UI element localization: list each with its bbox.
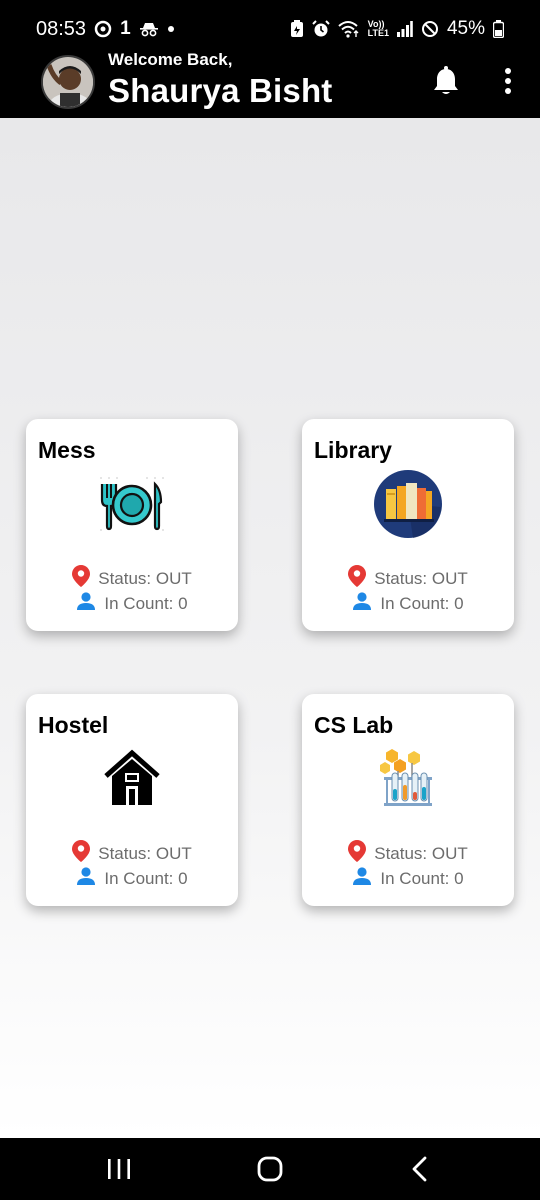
- count-text: In Count: 0: [380, 593, 464, 613]
- location-pin-icon: [348, 565, 367, 592]
- dot-icon: [167, 25, 175, 33]
- navigation-bar: [0, 1138, 540, 1200]
- notification-count: 1: [120, 18, 131, 39]
- house-icon: [97, 744, 167, 814]
- welcome-text: Welcome Back,: [108, 50, 233, 69]
- home-icon[interactable]: [255, 1154, 285, 1184]
- status-text: Status: OUT: [374, 568, 468, 588]
- status-row: Status: OUT: [302, 565, 514, 592]
- person-icon: [76, 867, 96, 890]
- count-text: In Count: 0: [104, 868, 188, 888]
- wifi-icon: [337, 20, 360, 38]
- location-card-mess[interactable]: Mess Status: OUT In Count: 0: [26, 419, 238, 631]
- location-pin-icon: [72, 565, 91, 592]
- count-text: In Count: 0: [380, 868, 464, 888]
- back-icon[interactable]: [405, 1154, 435, 1184]
- status-text: Status: OUT: [374, 843, 468, 863]
- network-type: Vo)) LTE1: [367, 19, 389, 38]
- plate-icon: [97, 469, 167, 539]
- card-title: Mess: [38, 437, 96, 463]
- person-icon: [76, 592, 96, 615]
- location-pin-icon: [348, 840, 367, 867]
- alarm-icon: [311, 20, 330, 38]
- card-title: CS Lab: [314, 712, 394, 738]
- more-vert-icon[interactable]: [500, 66, 516, 96]
- count-text: In Count: 0: [104, 593, 188, 613]
- books-icon: [373, 469, 443, 539]
- app-header: Welcome Back, Shaurya Bisht: [0, 48, 540, 118]
- location-card-hostel[interactable]: Hostel Status: OUT In Count: 0: [26, 694, 238, 906]
- person-icon: [352, 592, 372, 615]
- count-row: In Count: 0: [26, 592, 238, 615]
- card-title: Hostel: [38, 712, 109, 738]
- battery-percent: 45%: [446, 18, 485, 39]
- lab-icon: [373, 744, 443, 814]
- battery-icon: [493, 20, 504, 38]
- signal-icon: [396, 21, 413, 37]
- status-row: Status: OUT: [26, 565, 238, 592]
- count-row: In Count: 0: [26, 867, 238, 890]
- incognito-icon: [139, 21, 159, 37]
- location-card-library[interactable]: Library Status: OUT In Count: 0: [302, 419, 514, 631]
- status-row: Status: OUT: [26, 840, 238, 867]
- card-title: Library: [314, 437, 392, 463]
- count-row: In Count: 0: [302, 867, 514, 890]
- content-area: Mess Status: OUT In Count: 0 Library Sta…: [0, 118, 540, 1138]
- recents-icon[interactable]: [104, 1154, 134, 1184]
- person-icon: [352, 867, 372, 890]
- bell-icon[interactable]: [432, 66, 460, 96]
- status-row: Status: OUT: [302, 840, 514, 867]
- dnd-icon: [421, 20, 439, 38]
- location-pin-icon: [72, 840, 91, 867]
- sync-icon: [94, 20, 112, 38]
- battery-saver-icon: [290, 20, 304, 38]
- status-text: Status: OUT: [98, 843, 192, 863]
- location-card-cs-lab[interactable]: CS Lab Status: OUT In Count: 0: [302, 694, 514, 906]
- avatar[interactable]: [41, 55, 95, 109]
- status-text: Status: OUT: [98, 568, 192, 588]
- count-row: In Count: 0: [302, 592, 514, 615]
- user-name: Shaurya Bisht: [108, 72, 333, 109]
- clock: 08:53: [36, 17, 87, 40]
